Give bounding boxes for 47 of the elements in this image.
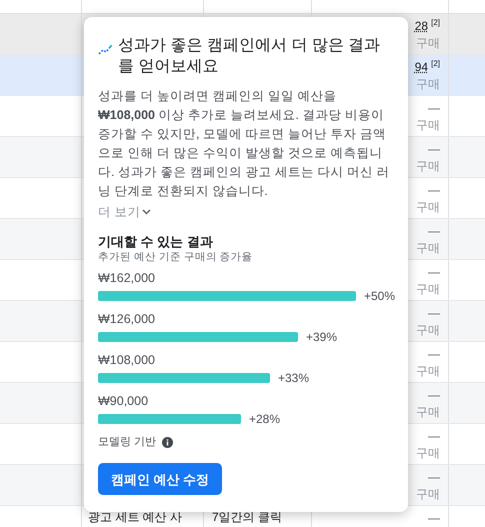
- increase-percent: +50%: [364, 288, 396, 305]
- metric-value: —: [428, 141, 440, 158]
- budget-amount: ₩108,000: [98, 352, 155, 369]
- budget-amount: ₩90,000: [98, 392, 148, 410]
- increase-percent: +33%: [278, 370, 310, 387]
- result-type: 구매: [416, 322, 440, 339]
- metric-value: 94: [414, 59, 428, 76]
- metric-value: —: [428, 264, 440, 281]
- popover-title: 성과가 좋은 캠페인에서 더 많은 결과를 얻어보세요: [118, 36, 382, 77]
- trend-icon: [98, 44, 112, 56]
- table-cell: 광고 세트 예산 사: [88, 510, 182, 524]
- edit-budget-button[interactable]: 캠페인 예산 수정: [98, 463, 222, 496]
- metric-value: —: [428, 387, 440, 404]
- result-type: 구매: [416, 117, 440, 134]
- metric-value: —: [428, 428, 440, 445]
- chevron-down-icon: [142, 209, 152, 216]
- recommendation-text: 성과를 더 높이려면 캠페인의 일일 예산을 ₩108,000 이상 추가로 늘려보세요. 결과당 비용이 증가할 수 있지만, 모델에 따르면 늘어난 투자 금액으로 인해 더 많은 수익이 발생할 것으로 예측됩니다. 성과가 좋은 캠페인의 광고 세트는 다시 머신 러닝 단계로 전환되지 않습니다.: [98, 88, 390, 200]
- budget-amount: ₩162,000: [98, 270, 155, 287]
- metric-value: —: [428, 223, 440, 240]
- result-type: 구매: [416, 404, 440, 421]
- info-icon[interactable]: [162, 436, 174, 448]
- metric-value: —: [428, 346, 440, 363]
- increase-percent: +28%: [249, 410, 280, 428]
- see-more-link[interactable]: 더 보기: [98, 203, 152, 222]
- metric-value: —: [428, 182, 440, 199]
- modeling-note: 모델링 기반: [98, 434, 156, 450]
- result-type: 구매: [416, 486, 440, 503]
- metric-value: —: [428, 305, 440, 322]
- budget-amount: ₩126,000: [98, 310, 155, 328]
- result-type: 구매: [416, 363, 440, 380]
- table-cell: 7일간의 클릭: [212, 510, 282, 524]
- result-type: 구매: [416, 35, 440, 52]
- result-type: 구매: [416, 76, 440, 93]
- result-type: 구매: [416, 445, 440, 462]
- result-type: 구매: [416, 281, 440, 298]
- metric-value: 28: [414, 18, 428, 35]
- increase-percent: +39%: [306, 328, 338, 346]
- results-subtitle: 추가된 예산 기준 구매의 증가율: [98, 250, 254, 264]
- result-type: 구매: [416, 158, 440, 175]
- footnote-mark: [2]: [431, 18, 440, 28]
- metric-value: —: [428, 100, 440, 117]
- result-type: 구매: [416, 240, 440, 257]
- result-type: 구매: [416, 199, 440, 216]
- footnote-mark: [2]: [431, 59, 440, 69]
- results-heading: 기대할 수 있는 결과: [98, 234, 214, 250]
- metric-value: —: [428, 510, 440, 527]
- metric-value: —: [428, 469, 440, 486]
